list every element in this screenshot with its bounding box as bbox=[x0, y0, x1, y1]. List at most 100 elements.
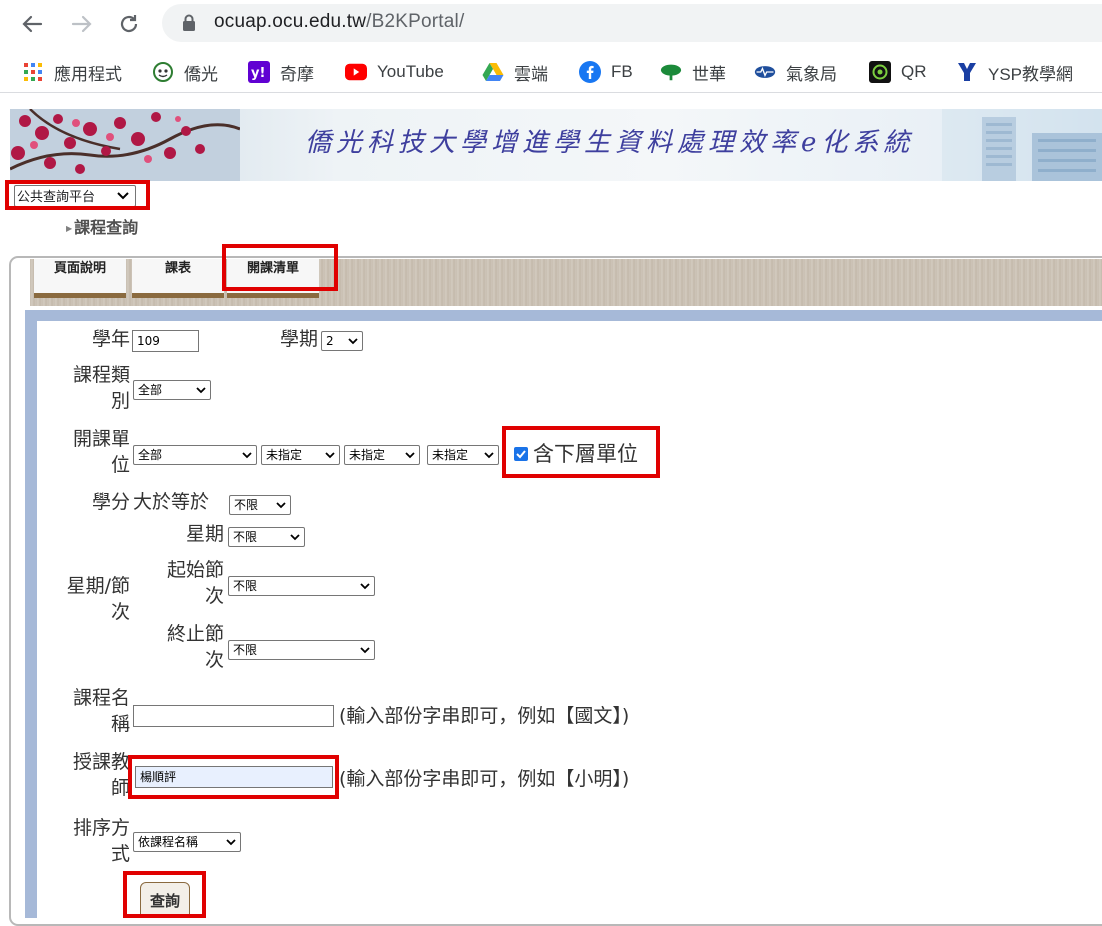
tab-strip: 頁面說明 課表 開課清單 bbox=[30, 259, 1102, 306]
term-label: 學期 bbox=[279, 328, 318, 350]
start-section-label-line1: 起始節 bbox=[166, 559, 224, 581]
bookmark-label: YouTube bbox=[377, 62, 444, 81]
start-section-select-value: 不限 bbox=[233, 579, 258, 593]
chevron-down-icon bbox=[484, 452, 494, 459]
chevron-down-icon bbox=[117, 192, 129, 200]
weather-bureau-icon bbox=[754, 61, 776, 83]
end-section-label-line1: 終止節 bbox=[166, 623, 224, 645]
bookmark-cathay[interactable]: 世華 bbox=[660, 60, 726, 84]
year-input[interactable]: 109 bbox=[132, 330, 199, 352]
sort-select[interactable]: 依課程名稱 bbox=[133, 832, 241, 852]
include-sub-units-checkbox[interactable] bbox=[514, 447, 528, 461]
section-group-label-line2: 次 bbox=[110, 601, 130, 623]
unit-label: 開課單位 bbox=[40, 426, 130, 478]
include-sub-units-label: 含下層單位 bbox=[533, 442, 638, 466]
unit-select-2[interactable]: 未指定 bbox=[261, 445, 340, 465]
bookmark-weather[interactable]: 氣象局 bbox=[754, 60, 837, 84]
breadcrumb: ▶ 課程查詢 bbox=[66, 214, 138, 238]
credit-select[interactable]: 不限 bbox=[229, 495, 291, 515]
chevron-down-icon bbox=[242, 452, 252, 459]
chevron-down-icon bbox=[226, 839, 236, 846]
bookmark-drive[interactable]: 雲端 bbox=[482, 60, 548, 84]
category-label-line1: 課程類 bbox=[72, 364, 130, 386]
section-group-label-line1: 星期/節 bbox=[66, 575, 130, 597]
youtube-icon bbox=[345, 61, 367, 83]
end-section-select-value: 不限 bbox=[233, 643, 258, 657]
start-section-label-line2: 次 bbox=[204, 585, 224, 607]
tab-page-description[interactable]: 頁面說明 bbox=[34, 259, 126, 298]
course-name-hint: (輸入部份字串即可，例如【國文】) bbox=[339, 705, 630, 727]
tab-course-list[interactable]: 開課清單 bbox=[227, 259, 319, 298]
platform-select[interactable]: 公共查詢平台 bbox=[14, 185, 136, 207]
category-label-line2: 別 bbox=[110, 390, 130, 412]
course-name-label: 課程名稱 bbox=[40, 685, 130, 737]
term-select-value: 2 bbox=[326, 334, 334, 348]
svg-text:y!: y! bbox=[251, 66, 265, 81]
campus-building-image bbox=[942, 109, 1102, 181]
chevron-down-icon bbox=[360, 647, 370, 654]
reload-icon[interactable] bbox=[115, 10, 143, 38]
end-section-label-line2: 次 bbox=[204, 649, 224, 671]
chevron-down-icon bbox=[290, 534, 300, 541]
term-select[interactable]: 2 bbox=[321, 331, 363, 351]
query-button[interactable]: 查詢 bbox=[140, 882, 190, 918]
bookmark-label: 應用程式 bbox=[54, 64, 122, 84]
ocu-logo-icon bbox=[152, 61, 174, 83]
back-arrow-icon[interactable] bbox=[18, 10, 46, 38]
unit-select-1[interactable]: 全部 bbox=[133, 445, 257, 465]
bookmark-label: 氣象局 bbox=[786, 64, 837, 84]
address-bar[interactable]: ocuap.ocu.edu.tw/B2KPortal/ bbox=[162, 4, 1102, 42]
bookmark-apps[interactable]: 應用程式 bbox=[22, 60, 122, 84]
breadcrumb-label: 課程查詢 bbox=[74, 218, 139, 237]
teacher-input[interactable]: 楊順評 bbox=[135, 766, 333, 788]
platform-select-value: 公共查詢平台 bbox=[17, 190, 96, 205]
bookmark-label: 奇摩 bbox=[280, 64, 314, 84]
tab-label: 開課清單 bbox=[246, 261, 299, 276]
category-select[interactable]: 全部 bbox=[133, 380, 211, 400]
forward-arrow-icon[interactable] bbox=[68, 10, 96, 38]
unit-label-line1: 開課單 bbox=[72, 428, 130, 450]
unit-select-3[interactable]: 未指定 bbox=[344, 445, 420, 465]
teacher-label: 授課教師 bbox=[40, 749, 130, 801]
unit-select-3-value: 未指定 bbox=[349, 448, 386, 462]
end-section-label: 終止節次 bbox=[140, 621, 224, 673]
check-icon bbox=[516, 450, 526, 459]
tab-timetable[interactable]: 課表 bbox=[132, 259, 224, 298]
triangle-right-icon: ▶ bbox=[66, 224, 73, 233]
course-name-label-line2: 稱 bbox=[110, 713, 130, 735]
category-select-value: 全部 bbox=[138, 383, 163, 397]
bookmark-yahoo[interactable]: y! 奇摩 bbox=[248, 60, 314, 84]
bookmark-ocu[interactable]: 僑光 bbox=[152, 60, 218, 84]
bookmark-fb[interactable]: FB bbox=[579, 60, 633, 84]
url-text: ocuap.ocu.edu.tw/B2KPortal/ bbox=[214, 11, 465, 32]
bookmark-qr[interactable]: QR bbox=[869, 60, 927, 84]
site-banner: 僑光科技大學增進學生資料處理效率e化系統 bbox=[10, 109, 1102, 181]
unit-select-4[interactable]: 未指定 bbox=[427, 445, 499, 465]
bookmark-label: 世華 bbox=[692, 64, 726, 84]
start-section-label: 起始節次 bbox=[140, 557, 224, 609]
chevron-down-icon bbox=[196, 387, 206, 394]
bookmark-label: FB bbox=[611, 62, 633, 81]
tab-label: 課表 bbox=[164, 261, 191, 276]
bookmark-label: QR bbox=[901, 62, 927, 81]
bookmark-ysp[interactable]: YSP教學網 bbox=[956, 60, 1073, 84]
credit-label: 學分 bbox=[91, 491, 130, 513]
form-panel bbox=[37, 321, 1102, 918]
tab-label: 頁面說明 bbox=[53, 261, 106, 276]
chevron-down-icon bbox=[325, 452, 335, 459]
sort-label-line2: 式 bbox=[110, 843, 130, 865]
bookmark-youtube[interactable]: YouTube bbox=[345, 60, 444, 84]
weekday-select-value: 不限 bbox=[233, 530, 258, 544]
bookmark-label: 僑光 bbox=[184, 64, 218, 84]
unit-label-line2: 位 bbox=[110, 454, 130, 476]
teacher-label-line2: 師 bbox=[110, 777, 130, 799]
weekday-select[interactable]: 不限 bbox=[228, 527, 305, 547]
chevron-down-icon bbox=[348, 338, 358, 345]
ysp-icon bbox=[956, 61, 978, 83]
end-section-select[interactable]: 不限 bbox=[228, 640, 375, 660]
sort-label: 排序方式 bbox=[40, 815, 130, 867]
course-name-input[interactable] bbox=[133, 705, 334, 727]
teacher-hint: (輸入部份字串即可，例如【小明】) bbox=[339, 768, 630, 790]
start-section-select[interactable]: 不限 bbox=[228, 576, 375, 596]
plum-blossom-image bbox=[10, 109, 240, 181]
